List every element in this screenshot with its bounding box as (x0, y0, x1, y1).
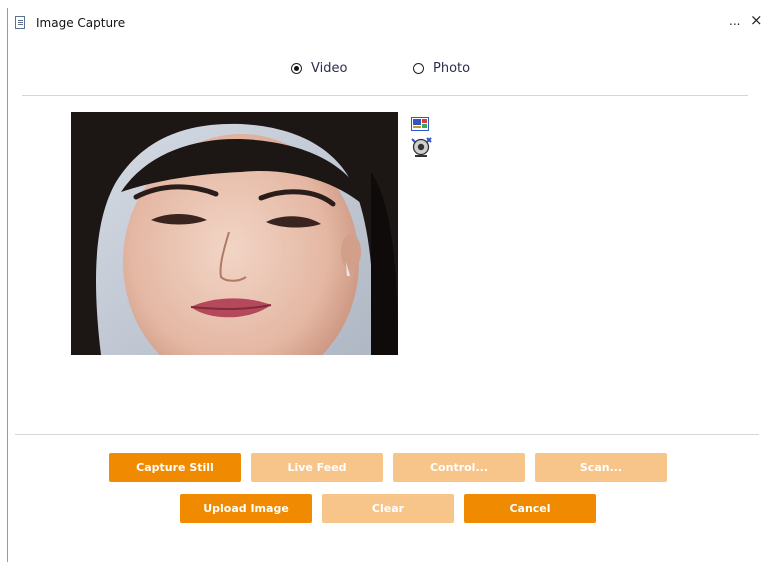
capture-still-button[interactable]: Capture Still (109, 453, 241, 482)
window-title: Image Capture (36, 16, 126, 30)
live-feed-button[interactable]: Live Feed (251, 453, 383, 482)
video-source-icon[interactable] (411, 117, 429, 131)
more-options-button[interactable]: ... (729, 14, 740, 28)
radio-video-circle[interactable] (291, 63, 302, 74)
radio-photo-circle[interactable] (413, 63, 424, 74)
bottom-divider (15, 434, 759, 435)
face-photo-image (71, 112, 398, 355)
upload-image-button[interactable]: Upload Image (180, 494, 312, 523)
control-button[interactable]: Control... (393, 453, 525, 482)
radio-video-label[interactable]: Video (311, 61, 347, 77)
cancel-button[interactable]: Cancel (464, 494, 596, 523)
close-button[interactable]: × (750, 12, 763, 28)
scan-button[interactable]: Scan... (535, 453, 667, 482)
webcam-settings-icon[interactable] (410, 136, 432, 158)
captured-photo (71, 112, 398, 355)
image-capture-window: Image Capture ... × Video Photo Capture … (0, 0, 763, 562)
clear-button[interactable]: Clear (322, 494, 454, 523)
radio-photo-label[interactable]: Photo (433, 61, 470, 77)
top-divider (22, 95, 748, 96)
document-icon (15, 16, 25, 29)
window-left-border (7, 8, 8, 562)
